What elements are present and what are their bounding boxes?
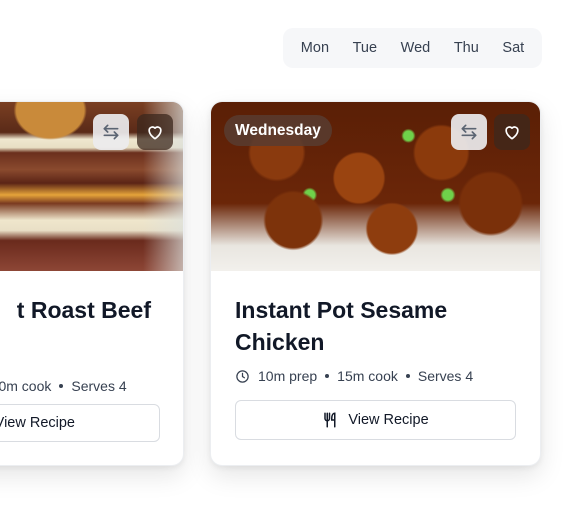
cook-time: n 30m cook: [0, 378, 52, 394]
tab-mon[interactable]: Mon: [293, 34, 337, 62]
swap-recipe-button[interactable]: [93, 114, 129, 150]
recipe-card-roast-beef: t Roast Beef es n 30m cook Serves 4 View…: [0, 101, 184, 466]
day-badge: Wednesday: [224, 115, 332, 146]
recipe-title: Instant Pot Sesame Chicken: [235, 294, 516, 358]
clock-icon: [236, 369, 249, 383]
fork-knife-icon: [324, 412, 336, 428]
recipe-title-line2: Chicken: [235, 329, 325, 355]
prep-time: 10m prep: [258, 368, 318, 384]
view-recipe-label: View Recipe: [0, 415, 75, 431]
favorite-button[interactable]: [494, 114, 530, 150]
view-recipe-label: View Recipe: [348, 412, 429, 428]
recipe-title-line1: Instant Pot Sesame: [235, 297, 448, 323]
recipe-title-line1: t Roast Beef: [16, 297, 151, 323]
favorite-button[interactable]: [137, 114, 173, 150]
recipe-title: t Roast Beef es: [0, 294, 159, 358]
separator-dot: [59, 384, 64, 388]
view-recipe-button[interactable]: View Recipe: [0, 404, 160, 442]
tab-thu[interactable]: Thu: [446, 34, 487, 62]
separator-dot: [405, 374, 410, 378]
swap-arrows-icon: [461, 124, 477, 140]
recipe-title-line2: es: [0, 326, 5, 358]
tab-tue[interactable]: Tue: [345, 34, 385, 62]
tab-wed[interactable]: Wed: [393, 34, 439, 62]
day-tabs: Mon Tue Wed Thu Sat: [283, 28, 542, 68]
view-recipe-button[interactable]: View Recipe: [235, 400, 516, 440]
heart-icon: [505, 126, 519, 140]
heart-icon: [148, 126, 162, 140]
recipe-card-sesame-chicken: Wednesday Instant Pot Sesame Chicken 10m…: [210, 101, 541, 466]
servings: Serves 4: [71, 378, 127, 394]
swap-recipe-button[interactable]: [451, 114, 487, 150]
cook-time: 15m cook: [337, 368, 398, 384]
recipe-meta: n 30m cook Serves 4: [0, 378, 127, 394]
servings: Serves 4: [417, 368, 474, 384]
recipe-meta: 10m prep 15m cook Serves 4: [235, 368, 516, 384]
swap-arrows-icon: [103, 124, 119, 140]
tab-sat[interactable]: Sat: [494, 34, 532, 62]
separator-dot: [325, 374, 330, 378]
